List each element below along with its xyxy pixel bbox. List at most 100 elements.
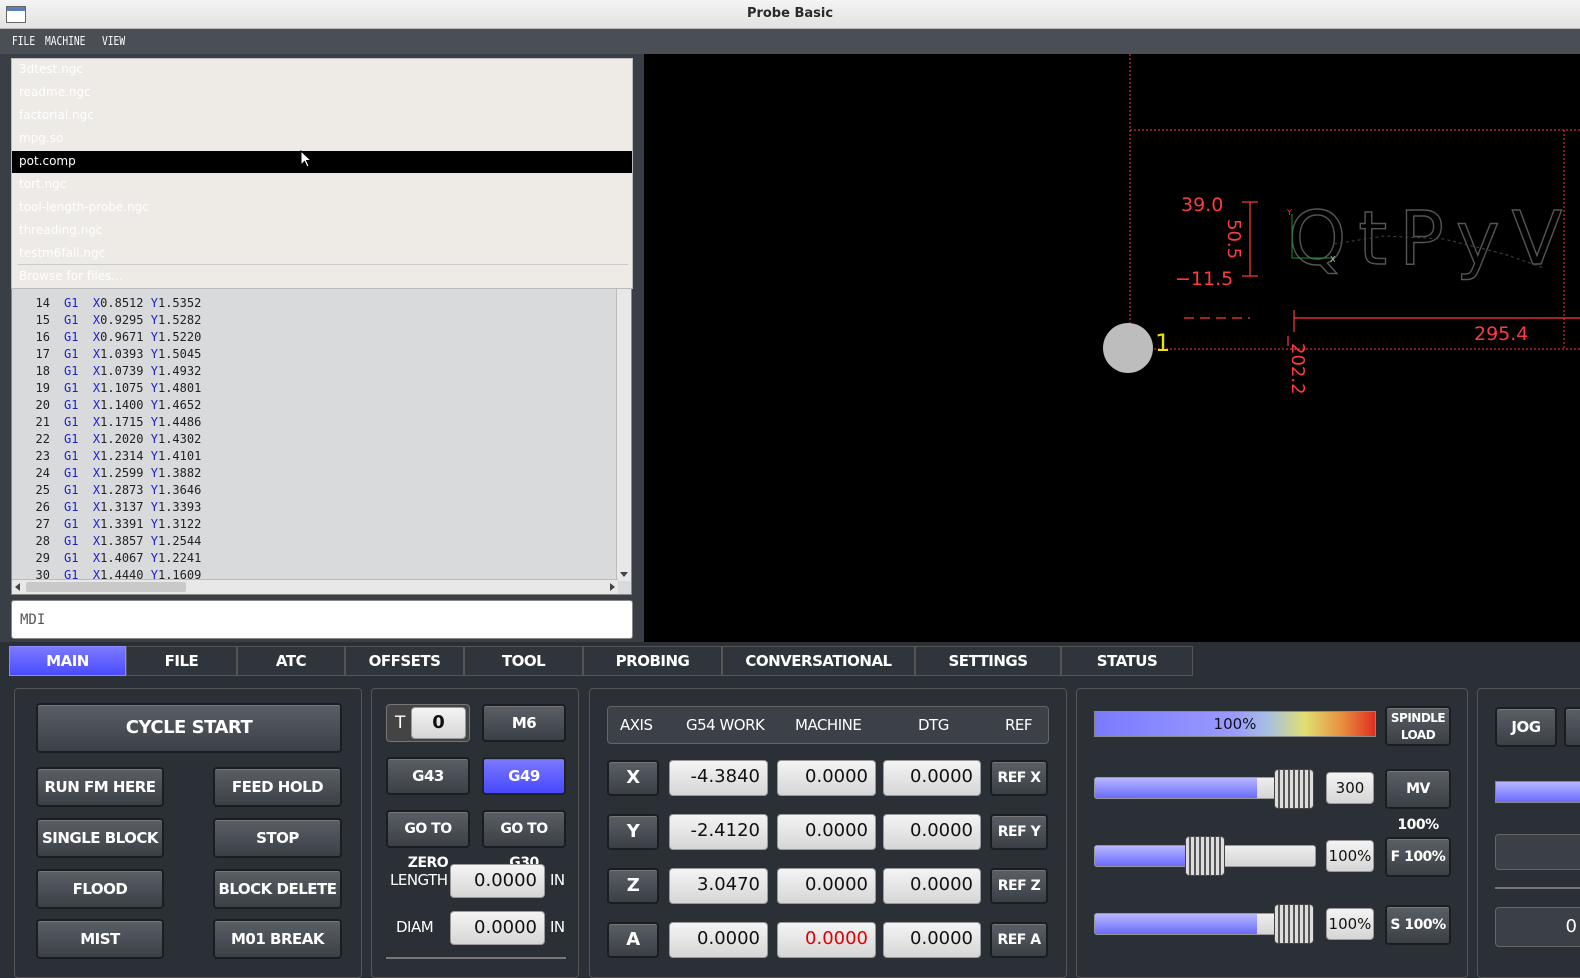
jog-increment-box[interactable] <box>1495 834 1580 870</box>
axis-z-button[interactable]: Z <box>607 868 659 904</box>
gcode-line[interactable]: 25 G1 X1.2873 Y1.3646 <box>18 482 202 498</box>
gcode-line[interactable]: 21 G1 X1.1715 Y1.4486 <box>18 414 202 430</box>
spindle-override-slider[interactable] <box>1094 913 1294 935</box>
cycle-start-button[interactable]: CYCLE START <box>36 703 342 753</box>
gcode-x-value: 1.1075 <box>100 381 144 395</box>
gcode-line[interactable]: 22 G1 X1.2020 Y1.4302 <box>18 431 202 447</box>
recent-file-item[interactable]: readme.ngc <box>12 82 632 104</box>
scroll-left-icon[interactable] <box>15 583 20 591</box>
recent-files-dropdown[interactable]: 3dtest.ngc readme.ngc factorial.ngc mpg.so p… <box>11 58 633 289</box>
gcode-line[interactable]: 26 G1 X1.3137 Y1.3393 <box>18 499 202 515</box>
spindle-override-handle[interactable] <box>1274 904 1314 944</box>
recent-file-item[interactable]: tool-length-probe.ngc <box>12 197 632 219</box>
recent-file-item[interactable]: factorial.ngc <box>12 105 632 127</box>
gcode-line[interactable]: 20 G1 X1.1400 Y1.4652 <box>18 397 202 413</box>
gcode-line[interactable]: 29 G1 X1.4067 Y1.2241 <box>18 550 202 566</box>
tab-status[interactable]: STATUS <box>1061 646 1193 676</box>
gcode-line[interactable]: 14 G1 X0.8512 Y1.5352 <box>18 295 202 311</box>
gcode-line[interactable]: 23 G1 X1.2314 Y1.4101 <box>18 448 202 464</box>
dro-y-work[interactable]: -2.4120 <box>669 814 768 850</box>
mist-button[interactable]: MIST <box>36 919 164 959</box>
menu-file[interactable]: FILE <box>12 34 35 48</box>
dro-z-work[interactable]: 3.0470 <box>669 868 768 904</box>
recent-file-item[interactable]: threading.ngc <box>12 220 632 242</box>
scrollbar-thumb[interactable] <box>26 582 186 592</box>
ref-z-button[interactable]: REF Z <box>990 868 1048 904</box>
tab-conversational[interactable]: CONVERSATIONAL <box>722 646 915 676</box>
jog-button[interactable]: JOG <box>1495 707 1557 747</box>
browse-files-item[interactable]: Browse for files... <box>12 266 632 288</box>
spindle-load-button[interactable]: SPINDLE LOAD <box>1385 706 1451 746</box>
gcode-line[interactable]: 28 G1 X1.3857 Y1.2544 <box>18 533 202 549</box>
axis-a-button[interactable]: A <box>607 922 659 958</box>
ref-y-button[interactable]: REF Y <box>990 814 1048 850</box>
mdi-input-box[interactable] <box>11 600 633 639</box>
gcode-y-value: 1.4652 <box>157 398 202 412</box>
recent-file-item[interactable]: testm6fail.ngc <box>12 243 632 265</box>
gcode-line[interactable]: 27 G1 X1.3391 Y1.3122 <box>18 516 202 532</box>
tab-probing[interactable]: PROBING <box>583 646 722 676</box>
menu-machine[interactable]: MACHINE <box>45 34 85 48</box>
dro-x-work[interactable]: -4.3840 <box>669 760 768 796</box>
tool-diam-field[interactable]: 0.0000 <box>450 911 545 945</box>
tab-atc[interactable]: ATC <box>237 646 345 676</box>
rapid-override-fill <box>1095 778 1258 798</box>
tab-offsets[interactable]: OFFSETS <box>345 646 464 676</box>
feed-override-handle[interactable] <box>1185 836 1225 876</box>
ref-a-button[interactable]: REF A <box>990 922 1048 958</box>
spindle-reset-button[interactable]: S 100% <box>1385 905 1451 945</box>
g43-button[interactable]: G43 <box>386 757 470 795</box>
gcode-line[interactable]: 18 G1 X1.0739 Y1.4932 <box>18 363 202 379</box>
gcode-line[interactable]: 15 G1 X0.9295 Y1.5282 <box>18 312 202 328</box>
feed-reset-button[interactable]: F 100% <box>1385 837 1451 877</box>
recent-file-item[interactable]: mpg.so <box>12 128 632 150</box>
gcode-x-value: 1.1715 <box>100 415 144 429</box>
jog-panel: JOG 0 <box>1477 688 1580 978</box>
jog-adjacent-button[interactable] <box>1564 707 1580 747</box>
tool-number-field[interactable]: 0 <box>411 707 466 739</box>
axis-x-button[interactable]: X <box>607 760 659 796</box>
scroll-right-icon[interactable] <box>610 583 615 591</box>
run-from-here-button[interactable]: RUN FM HERE <box>36 767 164 807</box>
menu-view[interactable]: VIEW <box>102 34 125 48</box>
axis-y-button[interactable]: Y <box>607 814 659 850</box>
gcode-line[interactable]: 24 G1 X1.2599 Y1.3882 <box>18 465 202 481</box>
gcode-y-letter: Y <box>150 432 158 446</box>
tab-file[interactable]: FILE <box>126 646 237 676</box>
gcode-line[interactable]: 16 G1 X0.9671 Y1.5220 <box>18 329 202 345</box>
recent-file-item[interactable]: tort.ngc <box>12 174 632 196</box>
tool-length-field[interactable]: 0.0000 <box>450 864 545 898</box>
block-delete-button[interactable]: BLOCK DELETE <box>213 869 342 909</box>
go-to-zero-button[interactable]: GO TO ZERO <box>386 810 470 871</box>
mdi-input[interactable] <box>12 601 632 638</box>
gcode-viewer[interactable]: 14 G1 X0.8512 Y1.5352 15 G1 X0.9295 Y1.5282… <box>11 288 632 595</box>
tab-tool[interactable]: TOOL <box>464 646 583 676</box>
tab-main[interactable]: MAIN <box>9 646 126 676</box>
single-block-button[interactable]: SINGLE BLOCK <box>36 818 164 858</box>
recent-file-item[interactable]: 3dtest.ngc <box>12 59 632 81</box>
go-to-g30-button[interactable]: GO TO G30 <box>482 810 566 871</box>
stop-button[interactable]: STOP <box>213 818 342 858</box>
jog-value-field[interactable]: 0 <box>1495 907 1580 947</box>
gcode-line[interactable]: 19 G1 X1.1075 Y1.4801 <box>18 380 202 396</box>
rapid-reset-button[interactable]: MV 100% <box>1385 769 1451 833</box>
jog-speed-slider[interactable] <box>1495 781 1580 803</box>
m6-button[interactable]: M6 <box>482 704 566 742</box>
vertical-scrollbar[interactable] <box>616 289 631 581</box>
scroll-down-icon[interactable] <box>620 572 628 577</box>
horizontal-scrollbar[interactable] <box>12 579 618 594</box>
tab-settings[interactable]: SETTINGS <box>915 646 1061 676</box>
backplot-viewer[interactable]: 39.0 50.5 −11.5 295.4 202.2 QtPyV Y X 1 <box>644 54 1580 642</box>
m01-break-button[interactable]: M01 BREAK <box>213 919 342 959</box>
rapid-override-slider[interactable] <box>1094 777 1294 799</box>
g49-button[interactable]: G49 <box>482 757 566 795</box>
gcode-line[interactable]: 17 G1 X1.0393 Y1.5045 <box>18 346 202 362</box>
recent-file-item[interactable]: pot.comp <box>12 151 632 173</box>
gcode-y-value: 1.4302 <box>157 432 202 446</box>
dro-panel: AXIS G54 WORK MACHINE DTG REF X -4.3840 0.… <box>589 688 1067 978</box>
feed-hold-button[interactable]: FEED HOLD <box>213 767 342 807</box>
dro-a-work[interactable]: 0.0000 <box>669 922 768 958</box>
rapid-override-handle[interactable] <box>1274 769 1314 809</box>
flood-button[interactable]: FLOOD <box>36 869 164 909</box>
ref-x-button[interactable]: REF X <box>990 760 1048 796</box>
